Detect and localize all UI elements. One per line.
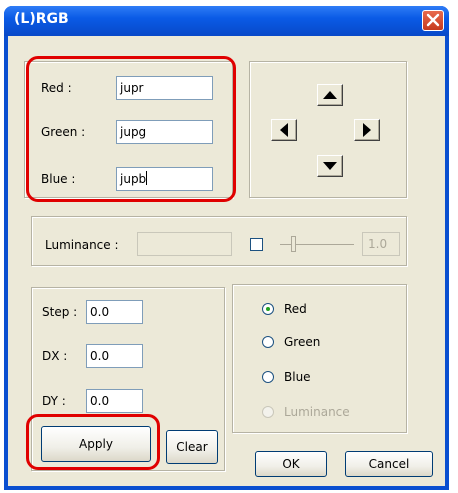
dx-field[interactable]: 0.0 <box>86 344 143 368</box>
radio-red[interactable]: Red <box>262 301 362 317</box>
dx-label: DX : <box>42 349 68 363</box>
radio-green-indicator <box>262 336 274 348</box>
highlight-apply-button <box>26 414 160 470</box>
radio-red-label: Red <box>284 302 307 316</box>
luminance-field[interactable] <box>137 232 232 256</box>
step-field[interactable]: 0.0 <box>86 300 143 324</box>
arrow-up-icon <box>323 91 337 99</box>
arrow-right-icon <box>363 123 371 137</box>
radio-green[interactable]: Green <box>262 334 362 350</box>
luminance-label: Luminance : <box>45 238 119 252</box>
move-down-button[interactable] <box>317 155 343 177</box>
radio-luminance[interactable]: Luminance <box>262 404 382 420</box>
radio-luminance-label: Luminance <box>284 405 350 419</box>
cancel-button[interactable]: Cancel <box>345 451 433 477</box>
radio-red-indicator <box>262 303 274 315</box>
highlight-channel-fields <box>26 56 236 202</box>
window-title: (L)RGB <box>14 11 69 27</box>
radio-luminance-indicator <box>262 406 274 418</box>
luminance-value-field[interactable]: 1.0 <box>362 232 400 256</box>
radio-blue-indicator <box>262 371 274 383</box>
move-right-button[interactable] <box>354 119 380 141</box>
move-up-button[interactable] <box>317 84 343 106</box>
arrow-left-icon <box>280 123 288 137</box>
luminance-checkbox[interactable] <box>250 238 263 251</box>
dy-field[interactable]: 0.0 <box>86 389 143 413</box>
title-bar[interactable] <box>4 6 449 36</box>
step-label: Step : <box>42 305 78 319</box>
radio-blue[interactable]: Blue <box>262 369 362 385</box>
arrow-down-icon <box>323 162 337 170</box>
radio-green-label: Green <box>284 335 321 349</box>
radio-blue-label: Blue <box>284 370 311 384</box>
dy-label: DY : <box>42 394 66 408</box>
move-left-button[interactable] <box>271 119 297 141</box>
close-icon <box>426 13 440 27</box>
ok-button[interactable]: OK <box>255 451 327 477</box>
close-button[interactable] <box>422 10 444 31</box>
clear-button[interactable]: Clear <box>166 430 218 464</box>
luminance-slider-thumb[interactable] <box>291 236 296 252</box>
